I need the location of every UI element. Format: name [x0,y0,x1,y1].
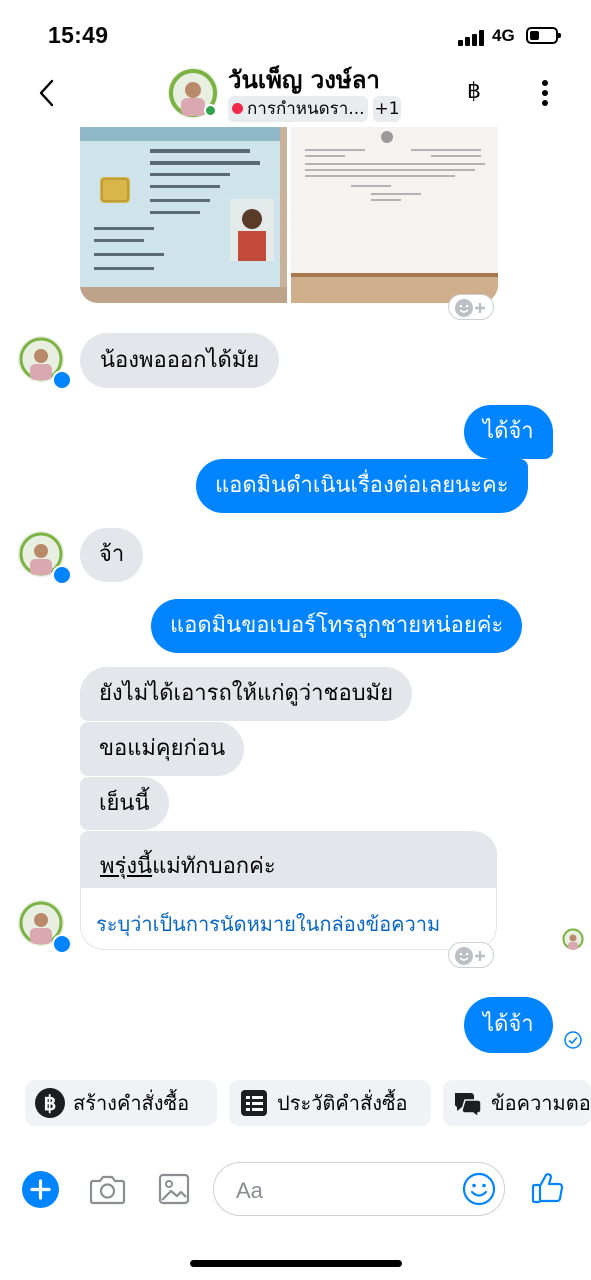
label-chip[interactable]: การกำหนดรา... [228,96,368,122]
signal-icon [458,30,486,46]
message-bubble-outgoing[interactable]: ได้จ้า [464,997,553,1053]
message-text: เย็นนี้ [99,790,150,816]
status-time: 15:49 [48,22,109,48]
back-chevron-icon[interactable] [34,78,60,108]
create-order-button[interactable]: ฿ สร้างคำสั่งซื้อ [25,1080,217,1126]
saved-replies-label: ข้อความตอ [491,1091,591,1115]
message-bubble-incoming[interactable]: เย็นนี้ [80,777,169,830]
add-reaction-icon[interactable] [448,942,494,968]
home-indicator[interactable] [190,1260,402,1267]
date-detected-link[interactable]: พรุ่งนี้ [100,854,152,879]
baht-icon[interactable]: ฿ [467,78,481,104]
order-history-label: ประวัติคำสั่งซื้อ [277,1091,408,1115]
messenger-icon [52,565,72,585]
message-bubble-incoming[interactable]: จ้า [80,528,144,582]
like-thumbs-up-icon[interactable] [530,1170,566,1210]
network-type: 4G [492,26,515,45]
emoji-icon[interactable] [462,1172,496,1206]
svg-text:฿: ฿ [44,1093,57,1115]
message-text: น้องพอออกได้มัย [100,347,260,373]
message-bubble-incoming[interactable]: ขอแม่คุยก่อน [80,722,245,776]
online-status-icon [204,104,217,117]
message-text: แอดมินขอเบอร์โทรลูกชายหน่อยค่ะ [170,613,504,638]
order-history-button[interactable]: ประวัติคำสั่งซื้อ [229,1080,431,1126]
appointment-message[interactable]: พรุ่งนี้แม่ทักบอกค่ะ ระบุว่าเป็นการนัดหม… [80,831,497,950]
message-input[interactable]: Aa [213,1162,505,1216]
camera-icon[interactable] [89,1172,126,1210]
message-bubble-outgoing[interactable]: แอดมินดำเนินเรื่องต่อเลยนะคะ [196,459,528,513]
message-text: จ้า [99,542,125,567]
contact-avatar[interactable] [168,68,218,118]
message-bubble-incoming[interactable]: น้องพอออกได้มัย [80,333,280,388]
message-bubble-outgoing[interactable]: แอดมินขอเบอร์โทรลูกชายหน่อยค่ะ [151,599,523,653]
label-dot-icon [232,103,243,114]
message-text-rest: แม่ทักบอกค่ะ [152,854,276,879]
message-bubble-outgoing[interactable]: ได้จ้า [464,405,553,459]
create-order-label: สร้างคำสั่งซื้อ [73,1091,190,1115]
id-card-photo[interactable] [80,127,287,303]
messenger-icon [52,934,72,954]
seen-avatar [562,928,584,950]
sent-check-icon [564,1031,582,1053]
more-options-icon[interactable] [541,80,549,106]
appointment-suggestion-link[interactable]: ระบุว่าเป็นการนัดหมายในกล่องข้อความ [81,888,496,949]
document-photo[interactable] [291,127,498,303]
message-text: แอดมินดำเนินเรื่องต่อเลยนะคะ [215,473,509,498]
contact-name[interactable]: วันเพ็ญ วงษ์ลา [228,60,380,99]
messenger-icon [52,370,72,390]
message-text: ได้จ้า [483,1012,534,1037]
message-input-placeholder: Aa [236,1178,263,1203]
order-list-icon [241,1090,267,1116]
message-text: พรุ่งนี้แม่ทักบอกค่ะ [100,848,276,883]
message-text: ได้จ้า [483,419,534,444]
saved-replies-button[interactable]: ข้อความตอ [443,1080,591,1126]
extra-labels-chip[interactable]: +1 [373,96,401,122]
add-attachment-button[interactable] [22,1171,59,1208]
baht-circle-icon: ฿ [35,1088,65,1118]
message-text: ยังไม่ได้เอารถให้แก่ดูว่าชอบมัย [99,681,394,706]
suggestion-text: ระบุว่าเป็นการนัดหมายในกล่องข้อความ [96,912,441,936]
message-bubble-incoming[interactable]: ยังไม่ได้เอารถให้แก่ดูว่าชอบมัย [80,667,413,721]
message-text: ขอแม่คุยก่อน [99,736,226,761]
saved-replies-icon [454,1093,482,1118]
plus-icon [30,1179,51,1200]
label-chip-text: การกำหนดรา... [247,99,365,119]
add-reaction-icon[interactable] [448,294,494,320]
battery-icon [526,27,561,44]
gallery-icon[interactable] [158,1173,190,1209]
